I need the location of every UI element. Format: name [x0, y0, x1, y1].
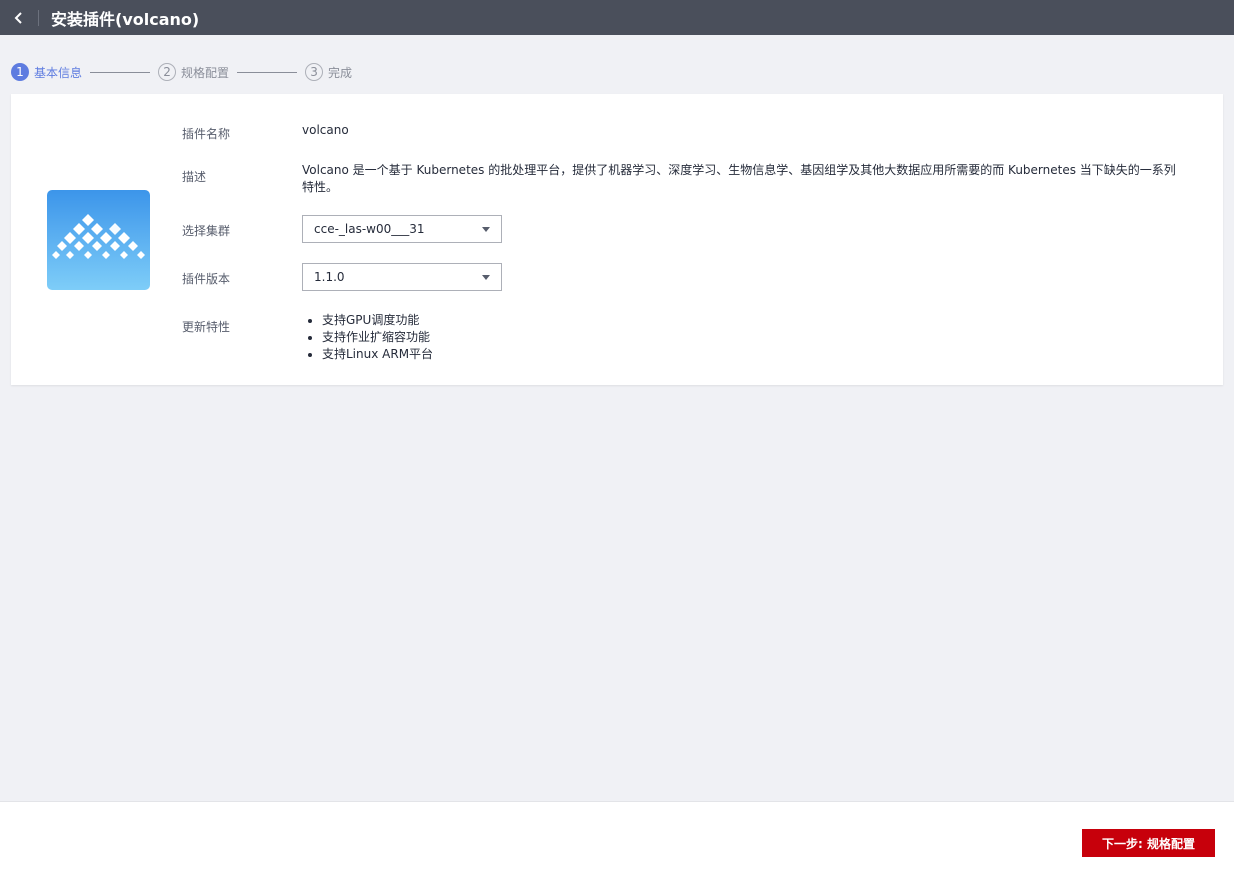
description-value: Volcano 是一个基于 Kubernetes 的批处理平台，提供了机器学习、…: [302, 163, 1176, 194]
wizard-steps: 1 基本信息 2 规格配置 3 完成: [11, 62, 352, 82]
step-basic-info: 1 基本信息: [11, 63, 82, 81]
addon-name-value: volcano: [302, 123, 349, 137]
version-label: 插件版本: [182, 272, 231, 286]
step-number: 1: [11, 63, 29, 81]
addon-info-card: 插件名称 volcano 描述 Volcano 是一个基于 Kubernetes…: [11, 94, 1223, 385]
step-number: 3: [305, 63, 324, 81]
list-item: 支持作业扩缩容功能: [322, 329, 433, 346]
step-connector: [237, 71, 298, 73]
chevron-left-icon: [14, 11, 22, 24]
step-number: 2: [158, 63, 177, 81]
features-list: 支持GPU调度功能 支持作业扩缩容功能 支持Linux ARM平台: [302, 312, 433, 363]
cluster-select-value: cce-_las-w00___31: [314, 222, 425, 236]
features-label: 更新特性: [182, 320, 231, 334]
cluster-select[interactable]: cce-_las-w00___31: [302, 215, 502, 243]
list-item: 支持Linux ARM平台: [322, 346, 433, 363]
step-complete: 3 完成: [305, 63, 352, 81]
step-label: 完成: [328, 65, 353, 80]
page-title: 安装插件(volcano): [51, 9, 200, 29]
step-connector: [90, 71, 151, 73]
title-divider: [38, 9, 39, 26]
step-spec-config: 2 规格配置: [158, 63, 229, 81]
volcano-logo: [47, 190, 150, 290]
step-label: 规格配置: [181, 65, 230, 80]
step-label: 基本信息: [34, 65, 83, 80]
description-label: 描述: [182, 170, 207, 184]
version-select[interactable]: 1.1.0: [302, 263, 502, 291]
back-button[interactable]: [0, 0, 38, 35]
top-bar: 安装插件(volcano): [0, 0, 1234, 35]
addon-name-label: 插件名称: [182, 127, 231, 141]
version-select-value: 1.1.0: [314, 270, 345, 284]
volcano-logo-icon: [52, 214, 145, 259]
caret-down-icon: [482, 226, 490, 232]
list-item: 支持GPU调度功能: [322, 312, 433, 329]
cluster-label: 选择集群: [182, 224, 231, 238]
next-step-button[interactable]: 下一步: 规格配置: [1082, 829, 1215, 857]
footer-bar: 下一步: 规格配置: [0, 801, 1234, 873]
caret-down-icon: [482, 274, 490, 280]
